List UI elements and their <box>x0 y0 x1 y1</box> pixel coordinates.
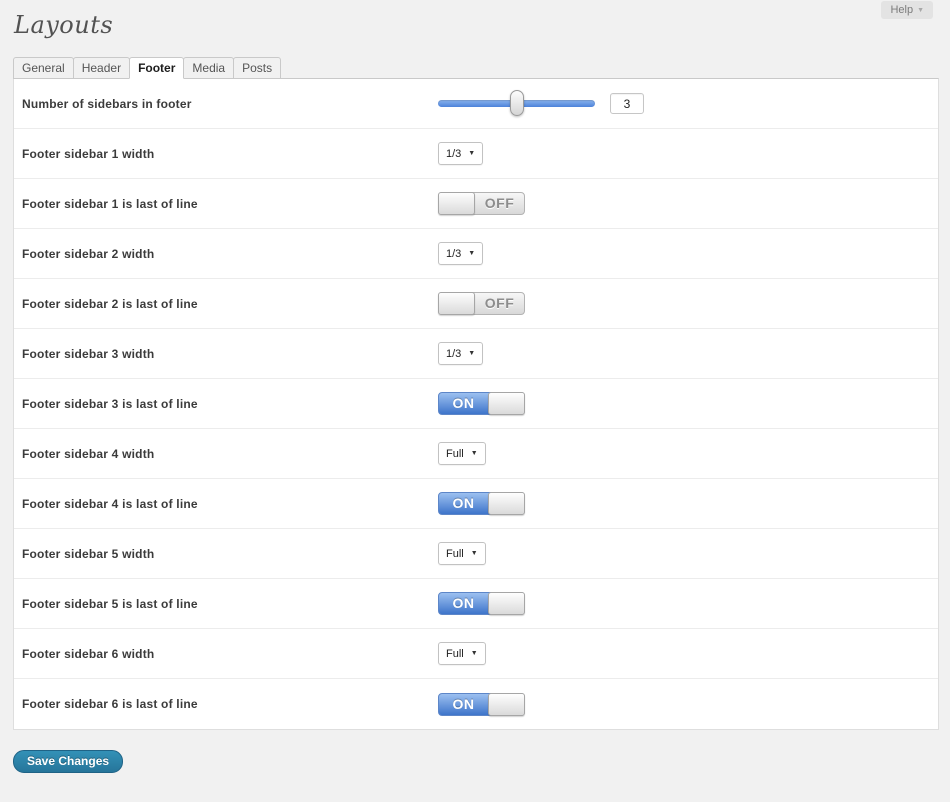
setting-row: Footer sidebar 3 is last of lineON <box>14 379 938 429</box>
chevron-down-icon: ▼ <box>917 7 924 14</box>
last-of-line-toggle[interactable]: OFF <box>438 292 525 315</box>
save-changes-button[interactable]: Save Changes <box>13 750 123 773</box>
setting-label: Number of sidebars in footer <box>14 97 438 111</box>
slider-handle[interactable] <box>510 90 524 116</box>
width-select[interactable]: 1/3 ▼ <box>438 142 483 165</box>
setting-label: Footer sidebar 2 width <box>14 247 438 261</box>
last-of-line-toggle[interactable]: ON <box>438 592 525 615</box>
setting-label: Footer sidebar 4 width <box>14 447 438 461</box>
width-select[interactable]: 1/3 ▼ <box>438 242 483 265</box>
chevron-down-icon: ▼ <box>471 550 478 557</box>
chevron-down-icon: ▼ <box>468 150 475 157</box>
setting-row: Footer sidebar 3 width 1/3 ▼ <box>14 329 938 379</box>
toggle-knob[interactable] <box>488 492 525 515</box>
setting-label: Footer sidebar 1 is last of line <box>14 197 438 211</box>
width-select[interactable]: Full ▼ <box>438 542 486 565</box>
select-value: Full <box>446 548 464 560</box>
setting-label: Footer sidebar 6 is last of line <box>14 697 438 711</box>
last-of-line-toggle[interactable]: ON <box>438 392 525 415</box>
toggle-state-label: ON <box>439 694 488 715</box>
setting-row: Number of sidebars in footer <box>14 79 938 129</box>
tab-media[interactable]: Media <box>183 57 234 79</box>
toggle-knob[interactable] <box>438 192 475 215</box>
help-button[interactable]: Help ▼ <box>881 1 933 19</box>
width-select[interactable]: Full ▼ <box>438 642 486 665</box>
setting-row: Footer sidebar 6 width Full ▼ <box>14 629 938 679</box>
select-value: 1/3 <box>446 348 461 360</box>
toggle-knob[interactable] <box>438 292 475 315</box>
setting-label: Footer sidebar 3 width <box>14 347 438 361</box>
page-title: Layouts <box>14 11 113 39</box>
setting-label: Footer sidebar 5 width <box>14 547 438 561</box>
tab-bar: GeneralHeaderFooterMediaPosts <box>13 57 280 79</box>
select-value: 1/3 <box>446 248 461 260</box>
setting-label: Footer sidebar 6 width <box>14 647 438 661</box>
chevron-down-icon: ▼ <box>471 650 478 657</box>
sidebar-count-input[interactable] <box>610 93 644 114</box>
tab-posts[interactable]: Posts <box>233 57 281 79</box>
width-select[interactable]: Full ▼ <box>438 442 486 465</box>
chevron-down-icon: ▼ <box>468 250 475 257</box>
setting-row: Footer sidebar 4 width Full ▼ <box>14 429 938 479</box>
toggle-state-label: ON <box>439 393 488 414</box>
toggle-state-label: OFF <box>475 193 524 214</box>
select-value: Full <box>446 648 464 660</box>
width-select[interactable]: 1/3 ▼ <box>438 342 483 365</box>
setting-label: Footer sidebar 5 is last of line <box>14 597 438 611</box>
toggle-state-label: ON <box>439 593 488 614</box>
last-of-line-toggle[interactable]: OFF <box>438 192 525 215</box>
setting-row: Footer sidebar 2 is last of line OFF <box>14 279 938 329</box>
toggle-knob[interactable] <box>488 693 525 716</box>
settings-panel: Number of sidebars in footer Footer sideb… <box>13 78 939 730</box>
tab-header[interactable]: Header <box>73 57 130 79</box>
setting-row: Footer sidebar 4 is last of lineON <box>14 479 938 529</box>
setting-label: Footer sidebar 2 is last of line <box>14 297 438 311</box>
tab-general[interactable]: General <box>13 57 74 79</box>
setting-label: Footer sidebar 4 is last of line <box>14 497 438 511</box>
setting-label: Footer sidebar 3 is last of line <box>14 397 438 411</box>
toggle-state-label: ON <box>439 493 488 514</box>
select-value: Full <box>446 448 464 460</box>
chevron-down-icon: ▼ <box>468 350 475 357</box>
help-button-label: Help <box>890 4 913 16</box>
setting-row: Footer sidebar 5 width Full ▼ <box>14 529 938 579</box>
tab-footer[interactable]: Footer <box>129 57 184 79</box>
sidebar-count-slider[interactable] <box>438 100 595 107</box>
toggle-knob[interactable] <box>488 392 525 415</box>
toggle-knob[interactable] <box>488 592 525 615</box>
last-of-line-toggle[interactable]: ON <box>438 492 525 515</box>
setting-row: Footer sidebar 5 is last of lineON <box>14 579 938 629</box>
setting-row: Footer sidebar 2 width 1/3 ▼ <box>14 229 938 279</box>
toggle-state-label: OFF <box>475 293 524 314</box>
select-value: 1/3 <box>446 148 461 160</box>
setting-row: Footer sidebar 6 is last of lineON <box>14 679 938 729</box>
setting-label: Footer sidebar 1 width <box>14 147 438 161</box>
setting-row: Footer sidebar 1 is last of line OFF <box>14 179 938 229</box>
chevron-down-icon: ▼ <box>471 450 478 457</box>
last-of-line-toggle[interactable]: ON <box>438 693 525 716</box>
setting-row: Footer sidebar 1 width 1/3 ▼ <box>14 129 938 179</box>
